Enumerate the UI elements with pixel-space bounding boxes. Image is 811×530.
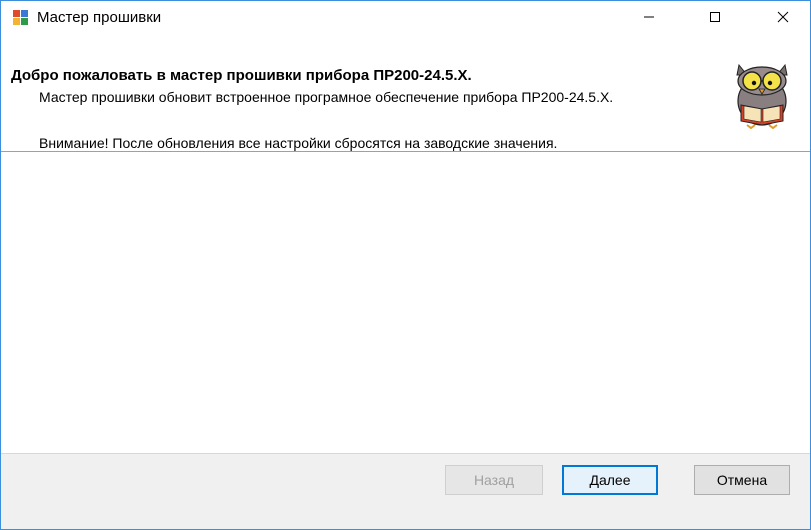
maximize-button[interactable] xyxy=(692,1,738,33)
cancel-button[interactable]: Отмена xyxy=(694,465,790,495)
wizard-header: Добро пожаловать в мастер прошивки прибо… xyxy=(1,59,810,131)
title-bar[interactable]: Мастер прошивки xyxy=(1,1,810,33)
wizard-window: Мастер прошивки Добро пожаловать в масте… xyxy=(0,0,811,530)
wizard-app-icon xyxy=(13,10,29,26)
header-title: Добро пожаловать в мастер прошивки прибо… xyxy=(11,67,472,84)
window-title: Мастер прошивки xyxy=(37,9,162,26)
minimize-icon xyxy=(644,16,654,18)
close-icon xyxy=(777,11,789,23)
header-warning: Внимание! После обновления все настройки… xyxy=(39,135,558,151)
next-button[interactable]: Далее xyxy=(562,465,658,495)
wizard-footer xyxy=(1,453,810,529)
maximize-icon xyxy=(710,12,720,22)
wizard-content-area xyxy=(1,152,810,452)
minimize-button[interactable] xyxy=(626,1,672,33)
header-description: Мастер прошивки обновит встроенное прогр… xyxy=(39,89,614,105)
back-button[interactable]: Назад xyxy=(445,465,543,495)
owl-reading-book-icon xyxy=(725,59,799,130)
close-button[interactable] xyxy=(760,1,806,33)
